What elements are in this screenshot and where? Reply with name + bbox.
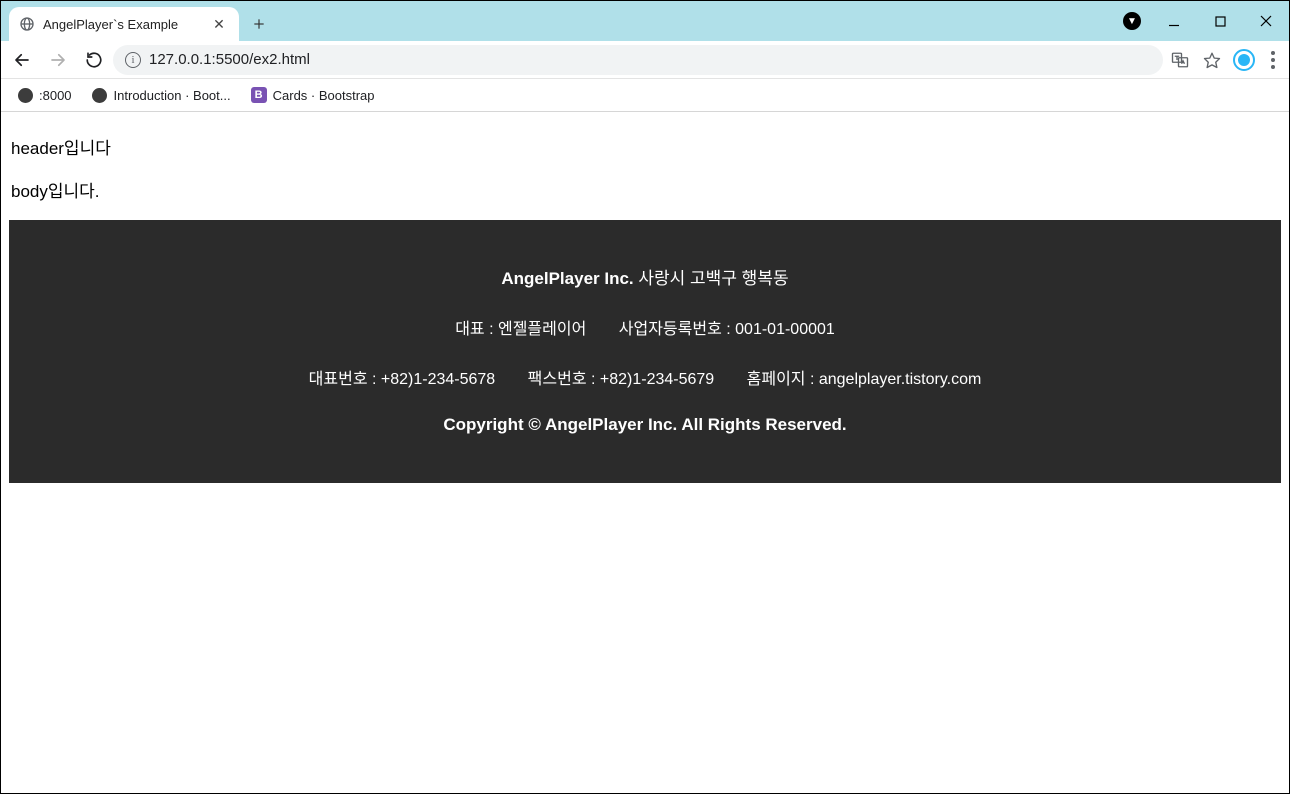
globe-icon [17,87,33,103]
window-close-button[interactable] [1243,1,1289,41]
footer-address: 사랑시 고백구 행복동 [638,269,788,288]
footer-fax: 팩스번호 : +82)1-234-5679 [528,365,715,389]
new-tab-button[interactable] [245,10,273,38]
window-controls: ▼ [1123,1,1289,41]
site-info-icon[interactable]: i [125,52,141,68]
footer-line-2: 대표 : 엔젤플레이어 사업자등록번호 : 001-01-00001 [29,315,1261,339]
url-text: 127.0.0.1:5500/ex2.html [149,51,310,68]
tab-strip: AngelPlayer`s Example ✕ ▼ [1,1,1289,41]
extension-icon[interactable] [1233,49,1255,71]
bookmark-label: Cards · Bootstrap [273,88,375,103]
bookmark-item[interactable]: B Cards · Bootstrap [243,83,383,107]
account-badge-icon[interactable]: ▼ [1123,12,1141,30]
bookmark-item[interactable]: :8000 [9,83,80,107]
back-button[interactable] [5,43,39,77]
address-bar[interactable]: i 127.0.0.1:5500/ex2.html [113,45,1163,75]
page-content: header입니다 body입니다. AngelPlayer Inc. 사랑시 … [1,112,1289,491]
close-tab-icon[interactable]: ✕ [211,16,227,32]
browser-tab[interactable]: AngelPlayer`s Example ✕ [9,7,239,41]
globe-icon [92,87,108,103]
forward-button[interactable] [41,43,75,77]
window-minimize-button[interactable] [1151,1,1197,41]
footer-line-3: 대표번호 : +82)1-234-5678 팩스번호 : +82)1-234-5… [29,365,1261,389]
bookmark-star-icon[interactable] [1197,45,1227,75]
window-maximize-button[interactable] [1197,1,1243,41]
translate-icon[interactable] [1165,45,1195,75]
footer-biz-no: 사업자등록번호 : 001-01-00001 [619,315,835,339]
page-footer: AngelPlayer Inc. 사랑시 고백구 행복동 대표 : 엔젤플레이어… [9,220,1281,483]
bookmark-label: Introduction · Boot... [114,88,231,103]
chrome-menu-button[interactable] [1261,51,1285,69]
toolbar: i 127.0.0.1:5500/ex2.html [1,41,1289,79]
header-text: header입니다 [11,134,1281,159]
footer-ceo: 대표 : 엔젤플레이어 [455,315,586,339]
bookmarks-bar: :8000 Introduction · Boot... B Cards · B… [1,79,1289,112]
footer-copyright: Copyright © AngelPlayer Inc. All Rights … [29,415,1261,435]
bookmark-label: :8000 [39,88,72,103]
bookmark-item[interactable]: Introduction · Boot... [84,83,239,107]
footer-company-line: AngelPlayer Inc. 사랑시 고백구 행복동 [29,264,1261,289]
footer-homepage: 홈페이지 : angelplayer.tistory.com [747,365,982,389]
globe-icon [19,16,35,32]
footer-company: AngelPlayer Inc. [501,269,633,288]
reload-button[interactable] [77,43,111,77]
bootstrap-icon: B [251,87,267,103]
body-text: body입니다. [11,177,1281,202]
tab-title: AngelPlayer`s Example [43,17,211,32]
footer-phone: 대표번호 : +82)1-234-5678 [309,365,496,389]
